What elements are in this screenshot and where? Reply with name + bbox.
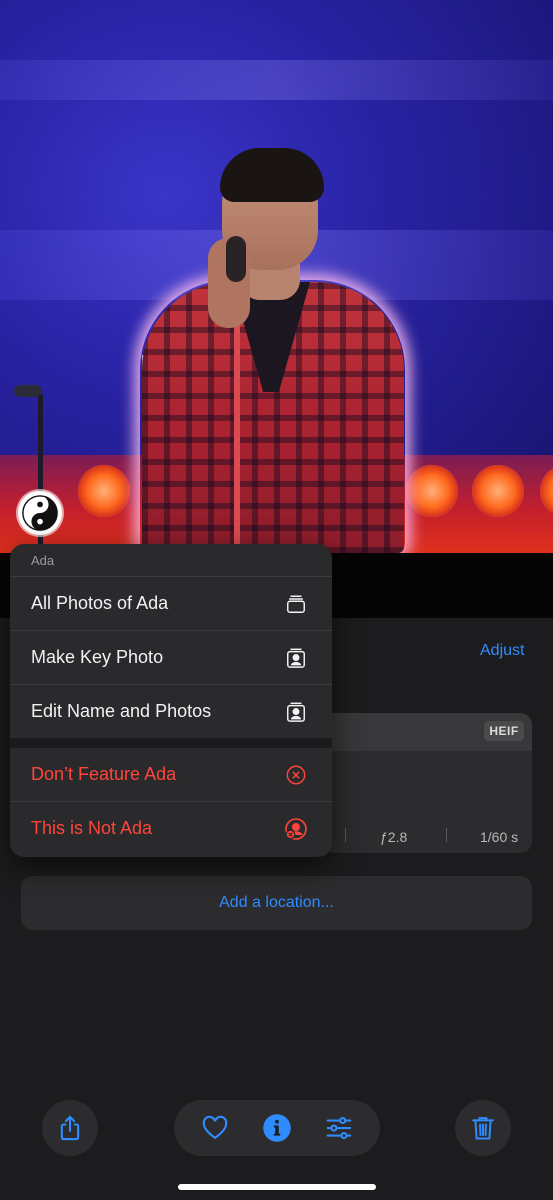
x-circle-icon [284, 763, 308, 787]
info-icon [263, 1114, 291, 1142]
menu-section-divider [10, 738, 332, 748]
shutter-value: 1/60 s [480, 829, 519, 845]
delete-button[interactable] [455, 1100, 511, 1156]
stage-backdrop-band [0, 60, 553, 100]
person-x-circle-icon [284, 817, 308, 841]
yin-yang-icon [22, 495, 58, 531]
trash-icon [472, 1117, 494, 1140]
menu-item-edit-name[interactable]: Edit Name and Photos [10, 685, 332, 738]
sliders-icon [326, 1116, 352, 1140]
format-badge: HEIF [484, 721, 524, 741]
menu-item-label: Don’t Feature Ada [31, 764, 177, 784]
menu-item-label: This is Not Ada [31, 818, 153, 838]
favorite-button[interactable] [195, 1108, 235, 1148]
person-crop-rectangle-icon [284, 700, 308, 724]
stage-light [78, 465, 130, 517]
edit-button[interactable] [319, 1108, 359, 1148]
menu-item-not-this-person[interactable]: This is Not Ada [10, 802, 332, 855]
person-crop-rectangle-icon [284, 646, 308, 670]
stage-light [472, 465, 524, 517]
add-location-button[interactable]: Add a location... [21, 876, 532, 930]
face-chip-button[interactable] [18, 491, 62, 535]
menu-item-label: All Photos of Ada [31, 593, 169, 613]
menu-item-make-key-photo[interactable]: Make Key Photo [10, 631, 332, 685]
menu-item-dont-feature[interactable]: Don’t Feature Ada [10, 748, 332, 802]
adjust-button[interactable]: Adjust [480, 642, 524, 660]
menu-item-all-photos[interactable]: All Photos of Ada [10, 577, 332, 631]
subject-hair [220, 148, 324, 202]
share-button[interactable] [42, 1100, 98, 1156]
menu-header: Ada [10, 544, 332, 577]
people-context-menu: Ada All Photos of Ada Make Key Photo Edi… [10, 544, 332, 857]
photo-viewer[interactable] [0, 0, 553, 553]
exif-divider [345, 828, 346, 842]
microphone [226, 236, 246, 282]
aperture-value: ƒ2.8 [380, 829, 408, 845]
stack-photos-icon [284, 592, 308, 616]
home-indicator[interactable] [178, 1184, 376, 1190]
menu-item-label: Edit Name and Photos [31, 701, 212, 721]
exif-divider [446, 828, 447, 842]
toolbar-center-group [174, 1100, 380, 1156]
share-icon [60, 1115, 80, 1141]
heart-icon [202, 1115, 228, 1140]
stage-light [406, 465, 458, 517]
info-button[interactable] [257, 1108, 297, 1148]
menu-item-label: Make Key Photo [31, 647, 164, 667]
